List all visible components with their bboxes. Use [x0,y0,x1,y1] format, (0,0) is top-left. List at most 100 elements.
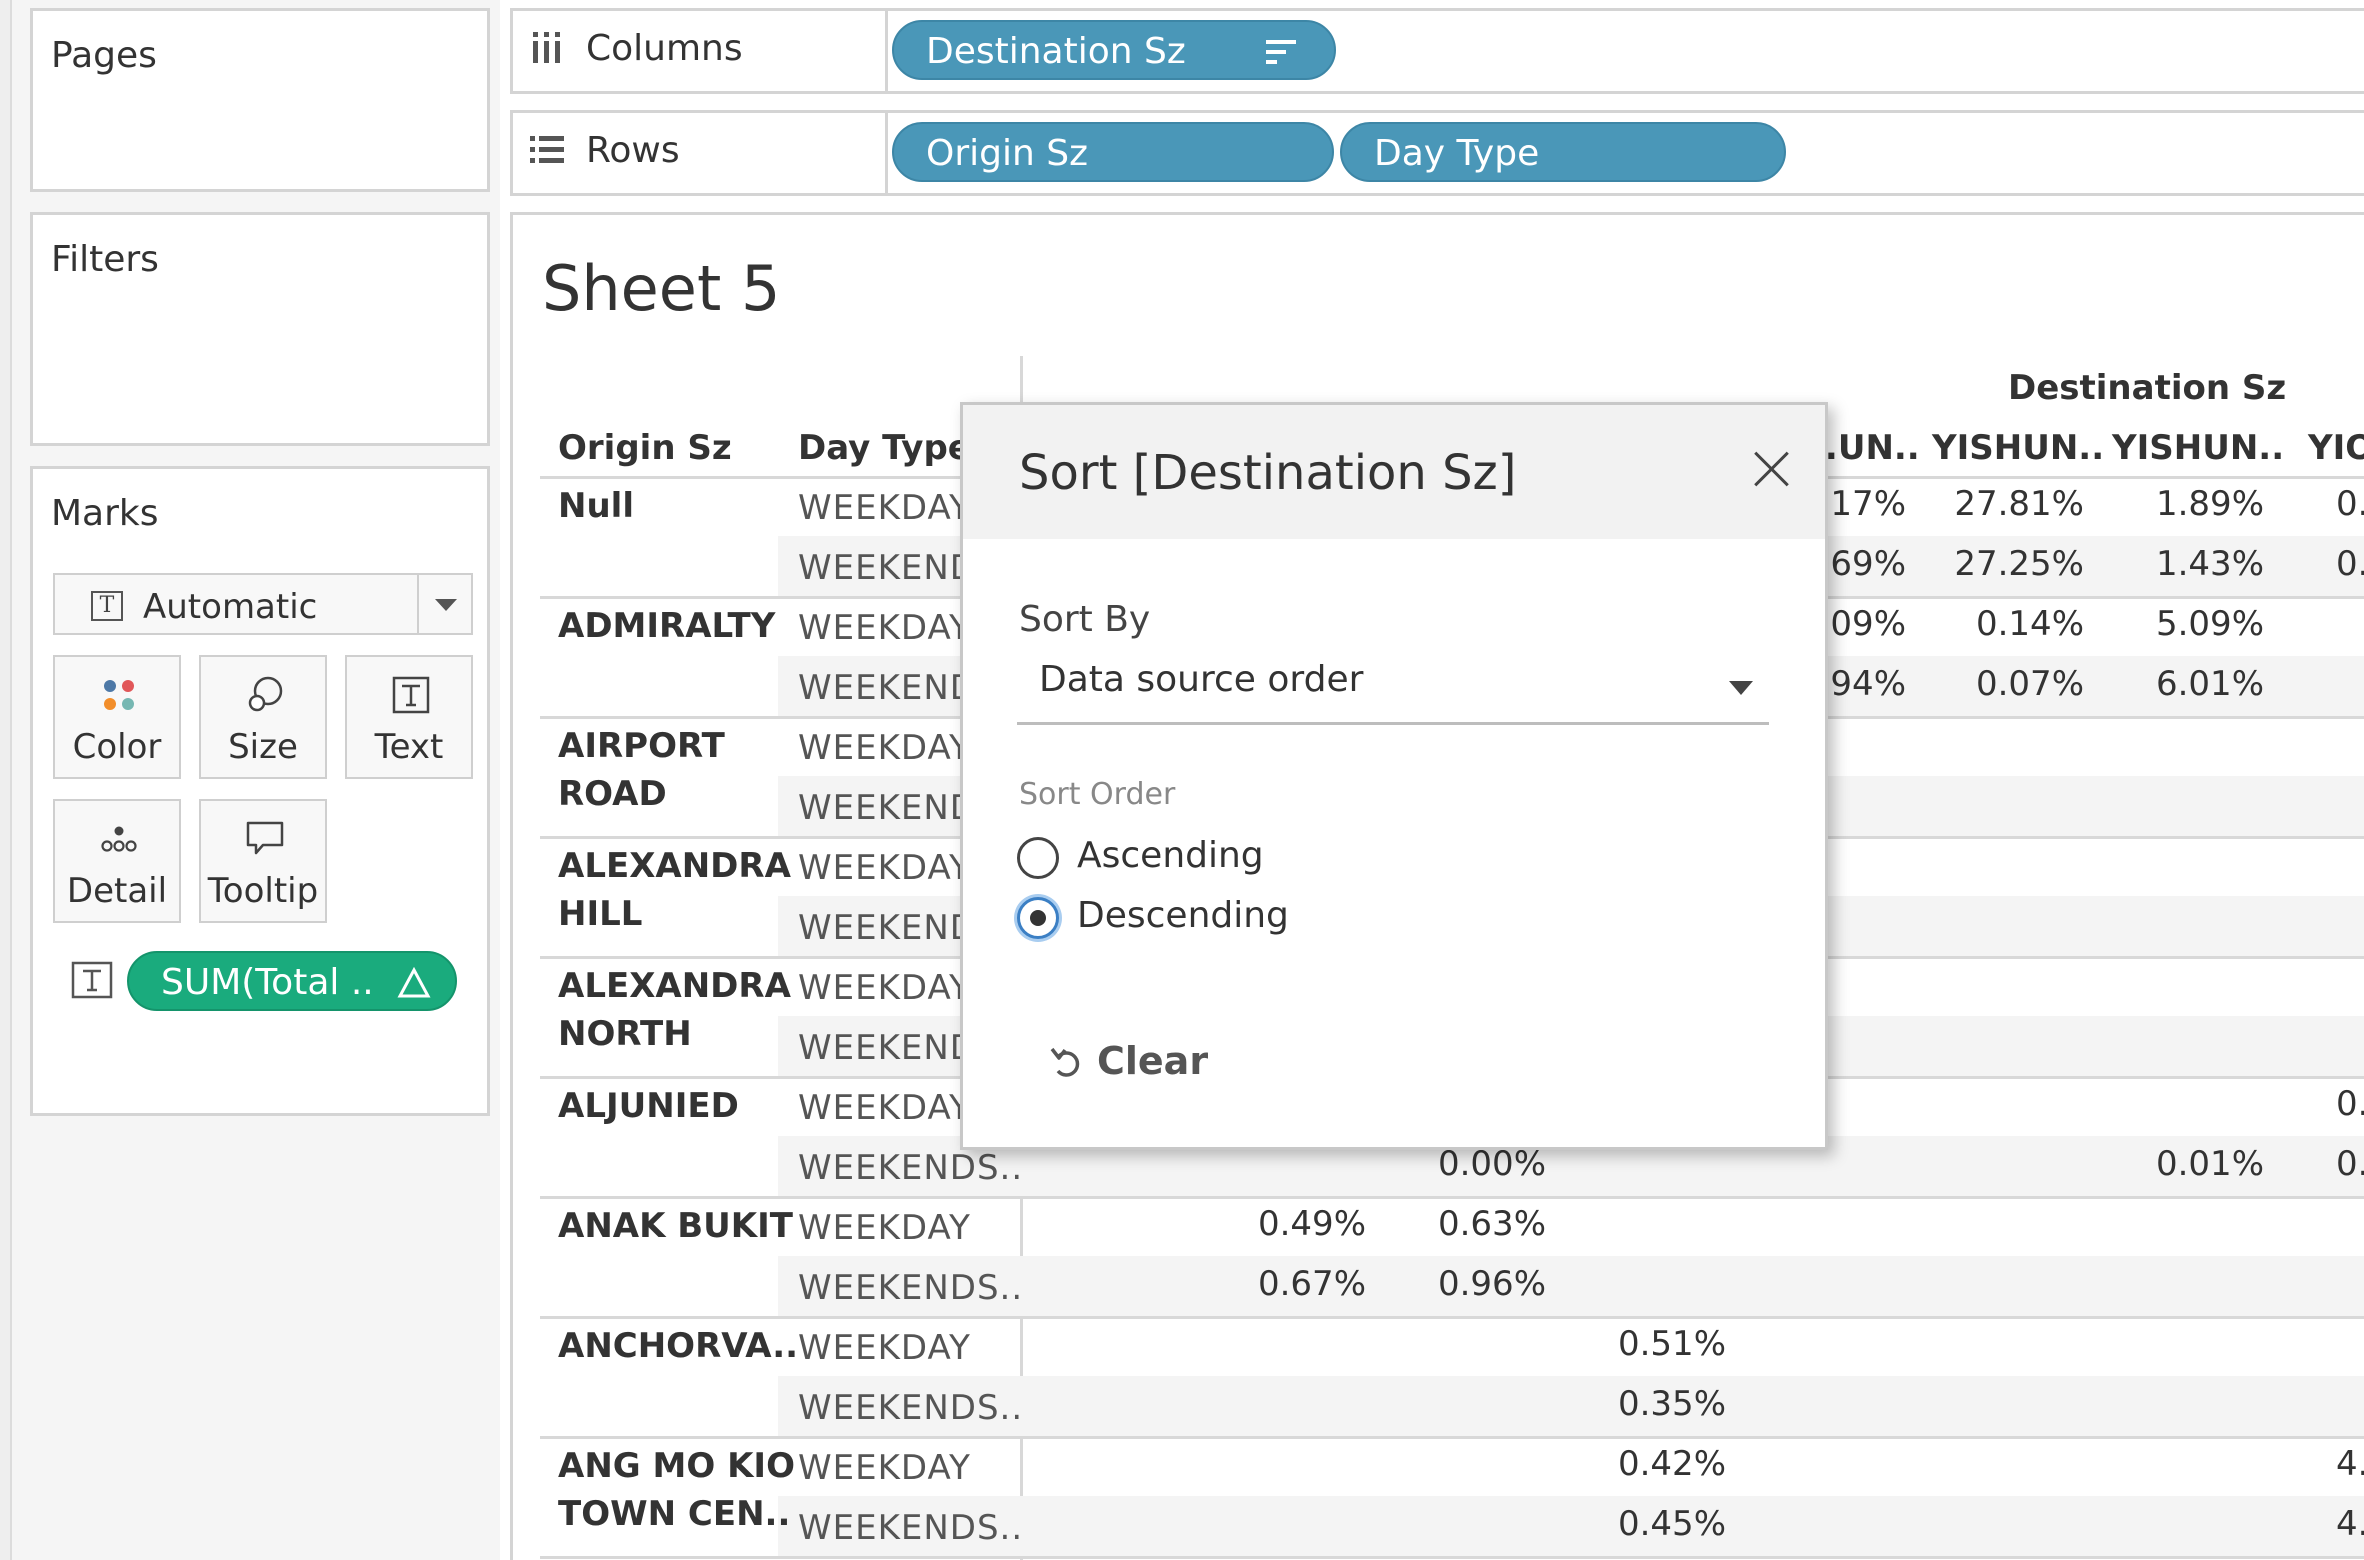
day-type-label[interactable]: WEEKDAY [798,488,971,528]
day-type-label[interactable]: WEEKENDS.. [798,1388,1023,1428]
chevron-down-icon [1729,681,1753,695]
table-cell[interactable]: 5.09% [2094,604,2264,644]
day-type-label[interactable]: WEEKEND [798,668,977,708]
day-type-label[interactable]: WEEKEND [798,908,977,948]
table-cell[interactable]: 0.67% [1196,1264,1366,1304]
day-type-label[interactable]: WEEKENDS.. [798,1508,1023,1548]
origin-label[interactable]: ROAD [558,770,667,818]
dest-column-header[interactable]: YISHUN.. [2112,428,2284,468]
table-cell[interactable]: 0. [2336,484,2364,524]
close-icon[interactable] [1751,449,1791,489]
table-cell[interactable]: 0. [2336,1144,2364,1184]
text-icon [392,676,430,714]
origin-sz-header[interactable]: Origin Sz [558,428,732,468]
origin-label[interactable]: AIRPORT [558,722,725,770]
origin-label[interactable]: ALJUNIED [558,1082,739,1130]
clear-button[interactable]: Clear [1049,1031,1249,1091]
destination-sz-pill[interactable]: Destination Sz [892,20,1336,80]
table-cell[interactable]: 0.63% [1376,1204,1546,1244]
day-type-label[interactable]: WEEKENDS.. [798,1268,1023,1308]
table-cell[interactable]: 0.07% [1914,664,2084,704]
ascending-label[interactable]: Ascending [1077,835,1264,876]
day-type-pill[interactable]: Day Type [1340,122,1786,182]
sum-total-field-pill[interactable]: SUM(Total .. [127,951,457,1011]
color-button-label: Color [72,727,162,767]
detail-button[interactable]: Detail [53,799,181,923]
day-type-label[interactable]: WEEKDAY [798,1328,971,1368]
chevron-down-icon [435,599,457,611]
table-cell[interactable]: 4. [2336,1504,2364,1544]
shelf-divider [885,11,888,91]
table-cell[interactable]: 0. [2336,544,2364,584]
table-cell[interactable]: 0.42% [1556,1444,1726,1484]
dest-column-header[interactable]: ..UN.. [1812,428,1920,468]
dest-column-header[interactable]: YISHUN.. [1932,428,2104,468]
table-cell[interactable]: 0.45% [1556,1504,1726,1544]
origin-label[interactable]: ANCHORVA.. [558,1322,798,1370]
descending-label[interactable]: Descending [1077,895,1289,936]
text-mark-icon: T [91,591,123,621]
origin-label[interactable]: ALEXANDRA [558,842,791,890]
sort-by-value: Data source order [1039,659,1364,700]
table-cell[interactable]: 0. [2336,1084,2364,1124]
origin-label[interactable]: NORTH [558,1010,692,1058]
origin-label[interactable]: ANG MO KIO [558,1442,795,1490]
color-icon [104,680,134,710]
day-type-label[interactable]: WEEKEND [798,1028,977,1068]
origin-label[interactable]: ADMIRALTY [558,602,775,650]
table-cell[interactable]: 6.01% [2094,664,2264,704]
table-cell[interactable]: 27.81% [1914,484,2084,524]
day-type-header[interactable]: Day Type [798,428,971,468]
day-type-label[interactable]: WEEKENDS.. [798,1148,1023,1188]
day-type-label[interactable]: WEEKDAY [798,1088,971,1128]
origin-label[interactable]: ALEXANDRA [558,962,791,1010]
destination-sz-pill-label: Destination Sz [926,31,1186,72]
size-button[interactable]: Size [199,655,327,779]
color-button[interactable]: Color [53,655,181,779]
origin-label[interactable]: ANAK BUKIT [558,1202,793,1250]
detail-button-label: Detail [66,871,168,911]
table-cell[interactable]: 4. [2336,1444,2364,1484]
filters-card-title: Filters [51,239,159,280]
filters-card[interactable]: Filters [30,212,490,446]
sort-by-dropdown[interactable]: Data source order [1017,653,1769,725]
marks-card: Marks T Automatic Color Size Text Detail… [30,466,490,1116]
table-cell[interactable]: 0.35% [1556,1384,1726,1424]
descending-radio[interactable] [1017,897,1059,939]
day-type-label[interactable]: WEEKEND [798,548,977,588]
sort-dialog: Sort [Destination Sz] Sort By Data sourc… [960,402,1828,1150]
columns-icon [533,32,560,63]
origin-sz-pill[interactable]: Origin Sz [892,122,1334,182]
sort-dialog-title: Sort [Destination Sz] [1019,445,1517,501]
day-type-label[interactable]: WEEKDAY [798,608,971,648]
pages-card[interactable]: Pages [30,8,490,192]
table-cell[interactable]: 1.89% [2094,484,2264,524]
day-type-label[interactable]: WEEKDAY [798,1208,971,1248]
day-type-label[interactable]: WEEKDAY [798,968,971,1008]
sort-descending-icon [1266,40,1296,64]
ascending-radio[interactable] [1017,837,1059,879]
day-type-label[interactable]: WEEKDAY [798,728,971,768]
origin-label[interactable]: Null [558,482,634,530]
day-type-label[interactable]: WEEKDAY [798,848,971,888]
dest-column-header[interactable]: YIO [2308,428,2364,468]
table-cell[interactable]: 1.43% [2094,544,2264,584]
marks-card-title: Marks [51,493,159,534]
day-type-label[interactable]: WEEKDAY [798,1448,971,1488]
sheet-title: Sheet 5 [542,252,781,325]
table-cell[interactable]: 0.96% [1376,1264,1546,1304]
table-cell[interactable]: 0.14% [1914,604,2084,644]
group-separator [540,1196,2364,1199]
origin-label[interactable]: HILL [558,890,642,938]
table-cell[interactable]: 0.00% [1376,1144,1546,1184]
tooltip-button[interactable]: Tooltip [199,799,327,923]
table-cell[interactable]: 0.49% [1196,1204,1366,1244]
day-type-label[interactable]: WEEKEND [798,788,977,828]
origin-label[interactable]: TOWN CEN.. [558,1490,790,1538]
table-cell[interactable]: 27.25% [1914,544,2084,584]
table-cell[interactable]: 0.01% [2094,1144,2264,1184]
text-button[interactable]: Text [345,655,473,779]
mark-type-dropdown[interactable]: T Automatic [53,573,473,635]
table-cell[interactable]: 0.51% [1556,1324,1726,1364]
columns-shelf[interactable] [510,8,2364,94]
